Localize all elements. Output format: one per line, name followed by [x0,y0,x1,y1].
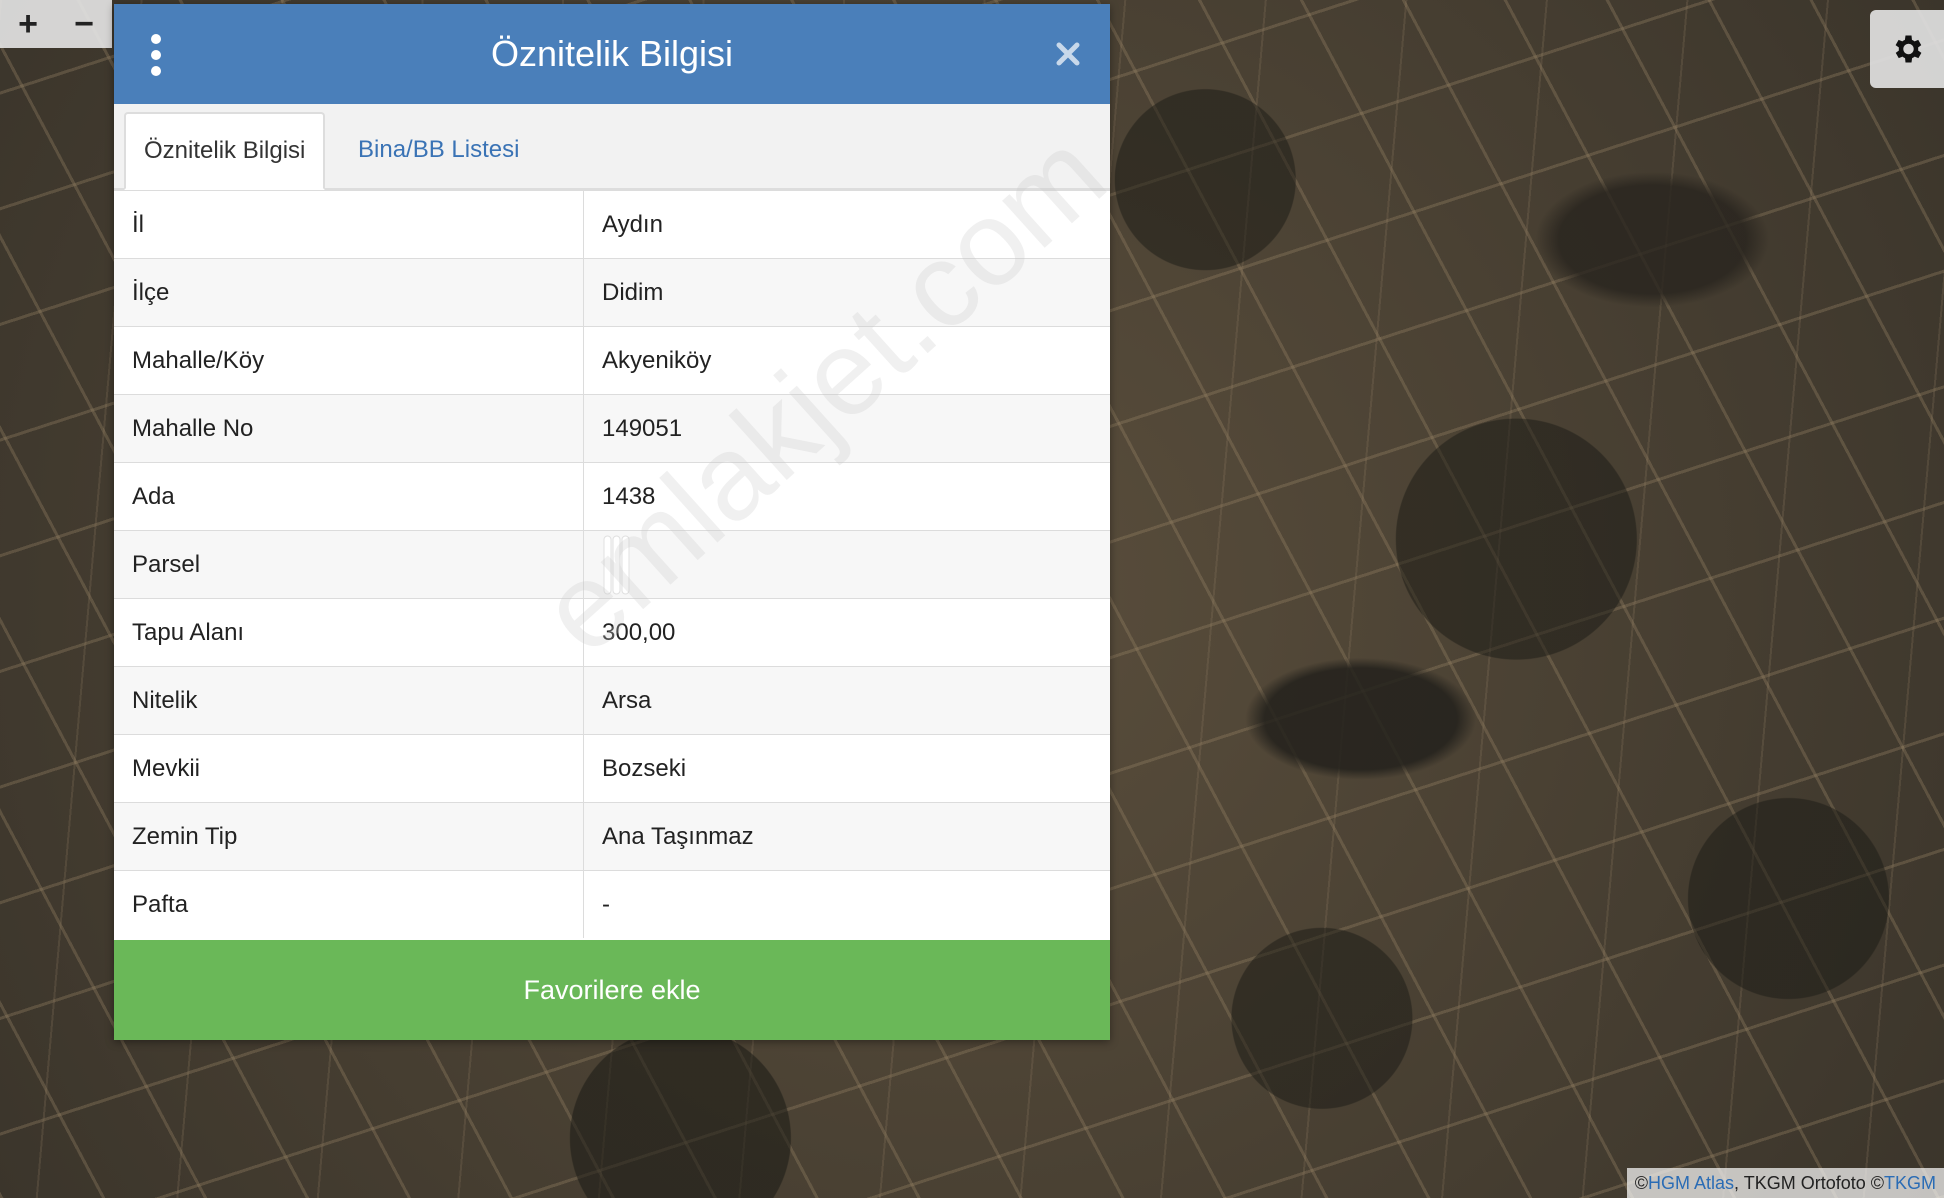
table-row: Mevkii Bozseki [114,734,1110,803]
row-key: İlçe [114,258,584,327]
attribute-info-panel: Öznitelik Bilgisi Öznitelik Bilgisi Bina… [114,4,1110,1040]
row-value: 300,00 [583,598,1110,667]
table-row: Zemin Tip Ana Taşınmaz [114,802,1110,871]
row-value: Akyeniköy [583,326,1110,395]
attribution-middle: , TKGM Ortofoto © [1734,1172,1884,1193]
map-attribution: © HGM Atlas , TKGM Ortofoto © TKGM [1626,1168,1944,1198]
table-row: Tapu Alanı 300,00 [114,598,1110,667]
tab-attribute-info[interactable]: Öznitelik Bilgisi [124,112,326,190]
row-value: Didim [583,258,1110,327]
row-value: Bozseki [583,734,1110,803]
table-row: Mahalle No 149051 [114,394,1110,463]
settings-button[interactable] [1870,10,1944,88]
row-key: Mevkii [114,734,584,803]
row-value: - [583,870,1110,938]
row-key: Parsel [114,530,584,599]
row-key: Ada [114,462,584,531]
row-key: Nitelik [114,666,584,735]
tkgm-link[interactable]: TKGM [1884,1173,1936,1194]
row-key: Tapu Alanı [114,598,584,667]
redacted-value-mark [603,535,630,594]
row-value: Ana Taşınmaz [583,802,1110,871]
row-key: Mahalle/Köy [114,326,584,395]
zoom-out-button[interactable]: − [56,0,112,48]
table-row: İl Aydın [114,190,1110,259]
kebab-menu-icon[interactable] [148,34,164,76]
row-value [583,530,1110,599]
zoom-control: + − [0,0,112,48]
tab-building-list[interactable]: Bina/BB Listesi [340,112,537,188]
row-value: Aydın [583,190,1110,259]
row-key: Pafta [114,870,584,938]
add-to-favorites-button[interactable]: Favorilere ekle [114,940,1110,1040]
panel-header: Öznitelik Bilgisi [114,4,1110,104]
row-value: Arsa [583,666,1110,735]
table-row: Ada 1438 [114,462,1110,531]
table-row: Parsel [114,530,1110,599]
gear-icon [1895,35,1922,63]
hgm-atlas-link[interactable]: HGM Atlas [1648,1173,1734,1194]
table-row: Nitelik Arsa [114,666,1110,735]
row-value: 1438 [583,462,1110,531]
table-row: Mahalle/Köy Akyeniköy [114,326,1110,395]
tab-bar: Öznitelik Bilgisi Bina/BB Listesi [114,104,1110,190]
panel-title: Öznitelik Bilgisi [490,33,734,74]
zoom-in-button[interactable]: + [0,0,56,48]
table-row: İlçe Didim [114,258,1110,327]
attribution-prefix: © [1634,1172,1648,1193]
row-key: İl [114,190,584,259]
row-value: 149051 [583,394,1110,463]
close-icon[interactable] [1048,32,1088,76]
table-row: Pafta - [114,870,1110,938]
row-key: Mahalle No [114,394,584,463]
row-key: Zemin Tip [114,802,584,871]
attribute-table: İl Aydın İlçe Didim Mahalle/Köy Akyenikö… [114,190,1110,938]
